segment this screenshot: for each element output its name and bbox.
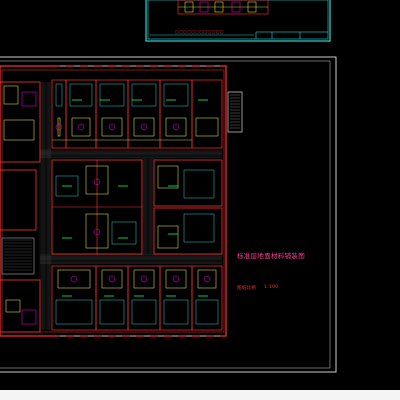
room-floor-zone (69, 83, 93, 107)
bathroom-fixture (157, 165, 179, 189)
upper-sheet-caption: □□□□□□□□□□□□ (175, 29, 224, 34)
bathroom-fixture (165, 269, 187, 289)
room-floor-zone (131, 299, 157, 325)
upper-sheet-frame (145, 0, 331, 42)
room-floor-zone (183, 169, 215, 199)
room-floor-zone (163, 83, 189, 107)
guest-room (65, 79, 97, 149)
room-floor-zone (111, 221, 137, 245)
lobby-area (0, 169, 37, 231)
guest-room (159, 79, 193, 149)
cad-canvas[interactable] (0, 0, 400, 400)
guest-room (159, 265, 193, 331)
guest-room (153, 159, 223, 207)
guest-room (95, 79, 129, 149)
scale-label: 图纸比例 (237, 286, 257, 291)
guest-room (191, 265, 223, 331)
room-floor-zone (195, 299, 219, 325)
bathroom-fixture (133, 117, 155, 137)
toilet-fixture (140, 123, 148, 131)
service-fixture (3, 119, 35, 141)
room-floor-zone (55, 83, 63, 107)
service-fixture (5, 299, 21, 313)
bathroom-fixture (101, 269, 123, 289)
bathroom-fixture (133, 269, 155, 289)
room-floor-zone (55, 299, 93, 325)
room-floor-zone (183, 213, 215, 243)
bathroom-fixture (101, 117, 123, 137)
toilet-fixture (172, 275, 180, 283)
toilet-fixture (108, 275, 116, 283)
guest-room (51, 265, 97, 331)
service-fixture (21, 309, 37, 325)
room-floor-zone (99, 83, 125, 107)
bathroom-fixture (71, 117, 91, 137)
guest-room (191, 79, 223, 149)
building-inner-outline (1, 69, 225, 333)
toilet-fixture (172, 123, 180, 131)
guest-room (127, 79, 161, 149)
bathroom-fixture (57, 269, 91, 289)
floor-plan[interactable] (0, 65, 243, 337)
toilet-fixture (55, 123, 63, 131)
upper-elevation-drawing (177, 0, 269, 15)
toilet-fixture (108, 123, 116, 131)
status-bar (0, 390, 400, 400)
bathroom-fixture (57, 117, 61, 137)
main-sheet-frame (0, 56, 337, 373)
plan-title: 标准层地面材料铺装图 (237, 252, 305, 260)
guest-room (153, 207, 223, 255)
scale-value: 1:100 (264, 285, 279, 290)
toilet-fixture (140, 275, 148, 283)
service-fixture (3, 85, 19, 105)
bathroom-fixture (195, 117, 219, 137)
toilet-fixture (203, 275, 211, 283)
toilet-fixture (77, 123, 85, 131)
guest-room (51, 79, 67, 149)
bathroom-fixture (165, 117, 187, 137)
guest-room (95, 265, 129, 331)
room-floor-zone (131, 83, 157, 107)
guest-room (127, 265, 161, 331)
service-fixture (21, 91, 37, 107)
bathroom-fixture (157, 225, 179, 249)
toilet-fixture (70, 275, 78, 283)
room-floor-zone (163, 299, 189, 325)
bathroom-fixture (197, 269, 217, 289)
elevator-shaft (1, 237, 35, 275)
room-floor-zone (99, 299, 125, 325)
